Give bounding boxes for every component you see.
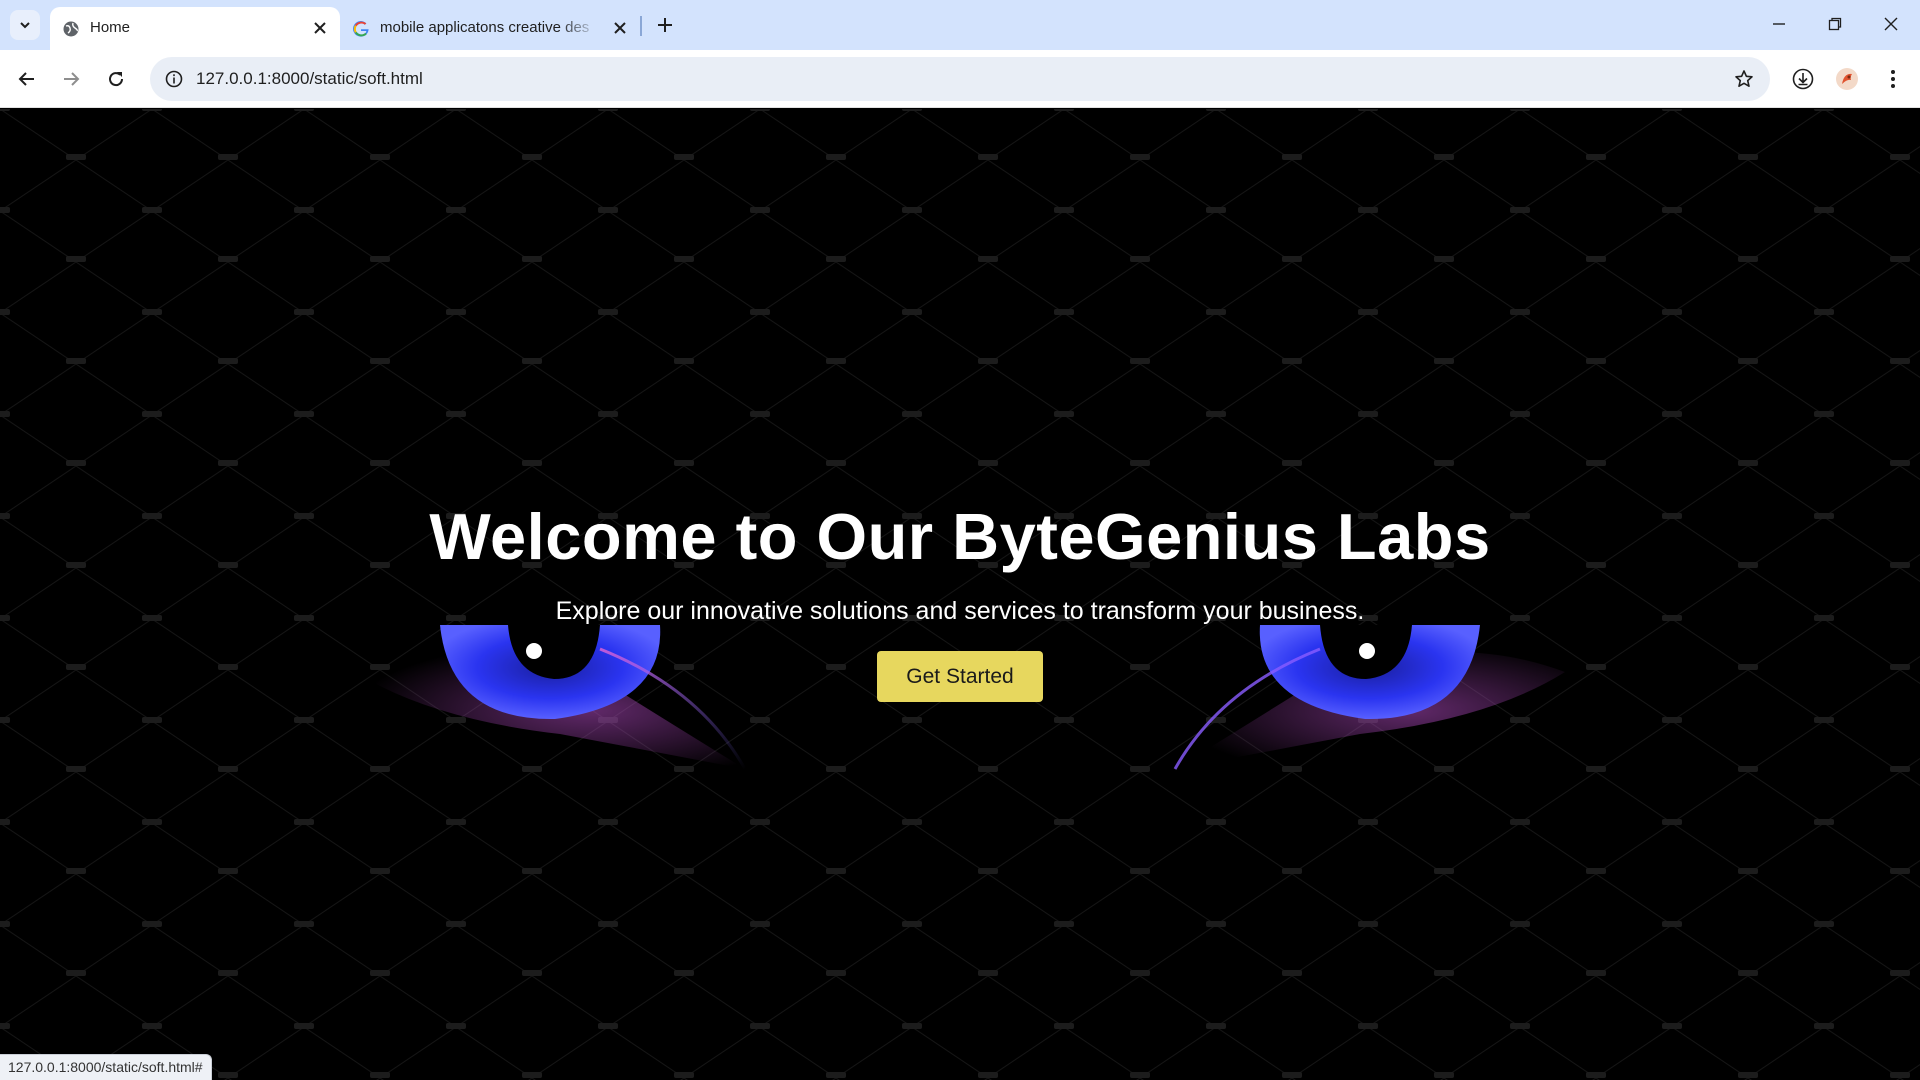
globe-icon — [62, 20, 80, 38]
hero-section: Welcome to Our ByteGenius Labs Explore o… — [0, 109, 1920, 1080]
browser-menu-button[interactable] — [1876, 62, 1910, 96]
arrow-left-icon — [18, 72, 34, 86]
address-bar[interactable]: 127.0.0.1:8000/static/soft.html — [150, 57, 1770, 101]
arrow-right-icon — [64, 72, 80, 86]
forward-button[interactable] — [54, 62, 88, 96]
tab-title: Home — [90, 19, 131, 36]
tab-home[interactable]: Home — [50, 7, 340, 50]
chevron-down-icon — [20, 22, 30, 29]
new-tab-button[interactable] — [650, 10, 680, 40]
download-icon — [1792, 68, 1814, 90]
tab-search-button[interactable] — [10, 10, 40, 40]
more-vert-icon — [1891, 70, 1895, 88]
hero-title: Welcome to Our ByteGenius Labs — [429, 500, 1491, 573]
minimize-button[interactable] — [1751, 0, 1807, 48]
tab-google-search[interactable]: mobile applicatons creative des — [340, 7, 640, 50]
back-button[interactable] — [10, 62, 44, 96]
close-tab-icon[interactable] — [610, 18, 630, 38]
url-text[interactable]: 127.0.0.1:8000/static/soft.html — [196, 69, 423, 89]
browser-toolbar: 127.0.0.1:8000/static/soft.html — [0, 50, 1920, 108]
hero-subtitle: Explore our innovative solutions and ser… — [555, 597, 1365, 625]
get-started-button[interactable]: Get Started — [877, 651, 1043, 702]
close-icon — [1884, 17, 1898, 31]
plus-icon — [658, 18, 672, 32]
extension-button[interactable] — [1830, 62, 1864, 96]
tab-title: mobile applicatons creative des — [380, 19, 590, 36]
reload-button[interactable] — [99, 62, 133, 96]
site-info-icon[interactable] — [160, 65, 188, 93]
profile-avatar-icon — [1836, 68, 1858, 90]
close-window-button[interactable] — [1863, 0, 1919, 48]
downloads-button[interactable] — [1786, 62, 1820, 96]
close-tab-icon[interactable] — [310, 18, 330, 38]
google-g-icon — [352, 20, 370, 38]
status-bar-url: 127.0.0.1:8000/static/soft.html# — [0, 1054, 212, 1080]
minimize-icon — [1773, 23, 1785, 25]
title-bar: Home mobile applicatons creative des — [0, 0, 1920, 50]
reload-icon — [109, 72, 124, 87]
restore-button[interactable] — [1807, 0, 1863, 48]
tab-divider — [640, 16, 642, 36]
restore-icon — [1828, 17, 1842, 31]
page-viewport: Welcome to Our ByteGenius Labs Explore o… — [0, 109, 1920, 1080]
star-icon[interactable] — [1730, 65, 1758, 93]
